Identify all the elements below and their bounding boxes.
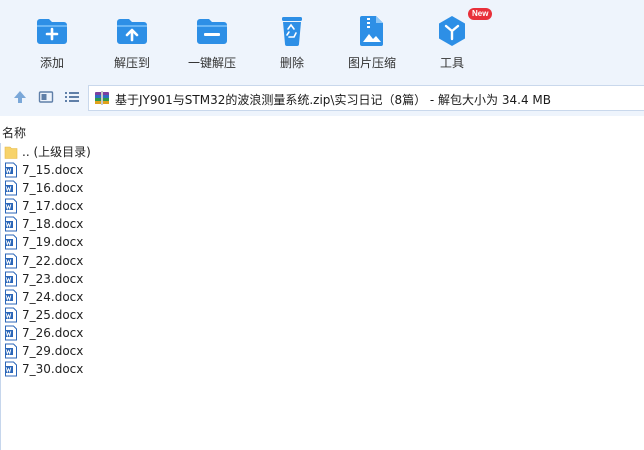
address-bar[interactable]: 基于JY901与STM32的波浪测量系统.zip\实习日记（8篇） - 解包大小… bbox=[88, 85, 644, 111]
file-row[interactable]: 7_24.docx bbox=[1, 288, 644, 306]
add-button[interactable]: 添加 bbox=[12, 0, 92, 80]
file-name: 7_15.docx bbox=[22, 163, 84, 178]
word-doc-icon bbox=[5, 289, 17, 305]
file-list: .. (上级目录) 7_15.docx 7_16.docx 7_17.docx 7_1… bbox=[0, 143, 644, 450]
one-click-extract-icon bbox=[197, 19, 227, 44]
word-doc-icon bbox=[5, 180, 17, 196]
extract-to-label: 解压到 bbox=[113, 56, 150, 70]
column-header-name[interactable]: 名称 bbox=[0, 122, 644, 142]
file-name: 7_22.docx bbox=[22, 253, 84, 268]
file-row[interactable]: 7_26.docx bbox=[1, 324, 644, 342]
word-doc-icon bbox=[5, 343, 17, 359]
word-doc-icon bbox=[5, 198, 17, 214]
address-text: 基于JY901与STM32的波浪测量系统.zip\实习日记（8篇） - 解包大小… bbox=[115, 91, 551, 108]
word-doc-icon bbox=[5, 271, 17, 287]
folder-icon bbox=[4, 146, 18, 159]
file-row[interactable]: 7_29.docx bbox=[1, 342, 644, 360]
delete-button[interactable]: 删除 bbox=[252, 0, 332, 80]
address-row: 基于JY901与STM32的波浪测量系统.zip\实习日记（8篇） - 解包大小… bbox=[0, 80, 644, 116]
file-row[interactable]: 7_25.docx bbox=[1, 306, 644, 324]
word-doc-icon bbox=[5, 234, 17, 250]
extract-to-icon bbox=[117, 19, 147, 44]
unpack-size-info: - 解包大小为 34.4 MB bbox=[426, 93, 551, 107]
add-label: 添加 bbox=[39, 56, 64, 70]
word-doc-icon bbox=[5, 253, 17, 269]
up-arrow-icon[interactable] bbox=[12, 89, 28, 105]
word-doc-icon bbox=[5, 361, 17, 377]
delete-label: 删除 bbox=[279, 56, 304, 70]
file-name: 7_16.docx bbox=[22, 181, 84, 196]
file-row[interactable]: 7_18.docx bbox=[1, 215, 644, 233]
file-row[interactable]: 7_15.docx bbox=[1, 161, 644, 179]
file-name: 7_17.docx bbox=[22, 199, 84, 214]
tools-button[interactable]: New 工具 bbox=[412, 0, 493, 80]
word-doc-icon bbox=[5, 307, 17, 323]
parent-directory-label: .. (上级目录) bbox=[22, 145, 91, 159]
file-name: 7_29.docx bbox=[22, 344, 84, 359]
add-folder-icon bbox=[37, 19, 67, 44]
file-name: 7_25.docx bbox=[22, 307, 84, 322]
list-view-icon[interactable] bbox=[64, 89, 80, 105]
file-row[interactable]: 7_17.docx bbox=[1, 197, 644, 215]
thumbnail-view-icon[interactable] bbox=[38, 89, 54, 105]
archive-icon bbox=[95, 91, 109, 105]
new-badge: New bbox=[468, 8, 493, 20]
file-name: 7_26.docx bbox=[22, 325, 84, 340]
file-row[interactable]: 7_22.docx bbox=[1, 252, 644, 270]
file-row[interactable]: 7_30.docx bbox=[1, 360, 644, 378]
one-click-extract-button[interactable]: 一键解压 bbox=[172, 0, 252, 80]
file-row[interactable]: 7_16.docx bbox=[1, 179, 644, 197]
file-name: 7_23.docx bbox=[22, 271, 84, 286]
column-header-name-label: 名称 bbox=[2, 126, 27, 140]
parent-directory-row[interactable]: .. (上级目录) bbox=[1, 143, 644, 161]
word-doc-icon bbox=[5, 162, 17, 178]
file-name: 7_24.docx bbox=[22, 289, 84, 304]
file-row[interactable]: 7_19.docx bbox=[1, 233, 644, 251]
word-doc-icon bbox=[5, 216, 17, 232]
file-name: 7_30.docx bbox=[22, 362, 84, 377]
file-name: 7_18.docx bbox=[22, 217, 84, 232]
tools-icon bbox=[439, 16, 465, 46]
tools-label: 工具 bbox=[439, 56, 464, 70]
image-compress-icon bbox=[360, 16, 383, 46]
one-click-extract-label: 一键解压 bbox=[187, 56, 236, 70]
archive-path: 基于JY901与STM32的波浪测量系统.zip\实习日记（8篇） bbox=[115, 93, 427, 107]
toolbar: 添加 解压到 一键解压 删除 图片压缩 New 工具 bbox=[0, 0, 644, 80]
image-compress-button[interactable]: 图片压缩 bbox=[332, 0, 412, 80]
file-row[interactable]: 7_23.docx bbox=[1, 270, 644, 288]
extract-to-button[interactable]: 解压到 bbox=[92, 0, 172, 80]
word-doc-icon bbox=[5, 325, 17, 341]
file-name: 7_19.docx bbox=[22, 235, 84, 250]
image-compress-label: 图片压缩 bbox=[347, 56, 396, 70]
recycle-bin-icon bbox=[282, 17, 302, 46]
